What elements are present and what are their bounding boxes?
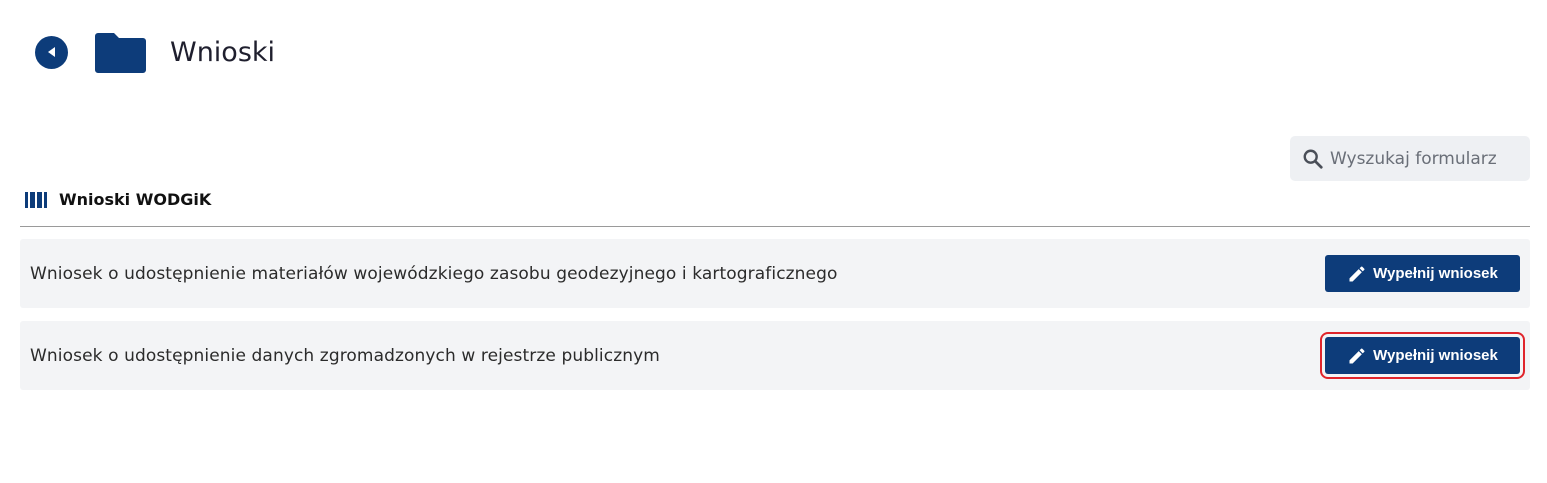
fill-form-button[interactable]: Wypełnij wniosek xyxy=(1325,255,1520,292)
form-row: Wniosek o udostępnienie danych zgromadzo… xyxy=(20,321,1530,390)
fill-form-button-label: Wypełnij wniosek xyxy=(1373,265,1498,282)
section-title: Wnioski WODGiK xyxy=(59,190,212,209)
section-header: Wnioski WODGiK xyxy=(25,190,211,209)
section-divider xyxy=(20,226,1530,227)
pencil-icon xyxy=(1349,265,1365,281)
page-title: Wnioski xyxy=(170,36,276,68)
pencil-icon xyxy=(1349,347,1365,363)
book-icon xyxy=(25,191,47,208)
form-list: Wniosek o udostępnienie materiałów wojew… xyxy=(20,239,1530,403)
back-button[interactable] xyxy=(35,35,68,69)
form-row-label: Wniosek o udostępnienie danych zgromadzo… xyxy=(30,345,660,366)
back-arrow-icon xyxy=(47,47,55,57)
form-row: Wniosek o udostępnienie materiałów wojew… xyxy=(20,239,1530,308)
fill-form-button-label: Wypełnij wniosek xyxy=(1373,347,1498,364)
page: Wnioski Wnioski WODGiK Wniosek o udostęp… xyxy=(0,0,1547,483)
search-input[interactable] xyxy=(1330,148,1530,169)
fill-form-button-highlighted[interactable]: Wypełnij wniosek xyxy=(1320,332,1525,379)
page-header: Wnioski xyxy=(35,30,275,74)
form-row-label: Wniosek o udostępnienie materiałów wojew… xyxy=(30,263,838,284)
search-icon xyxy=(1303,149,1323,169)
folder-icon xyxy=(95,33,146,73)
search-box[interactable] xyxy=(1290,136,1530,181)
